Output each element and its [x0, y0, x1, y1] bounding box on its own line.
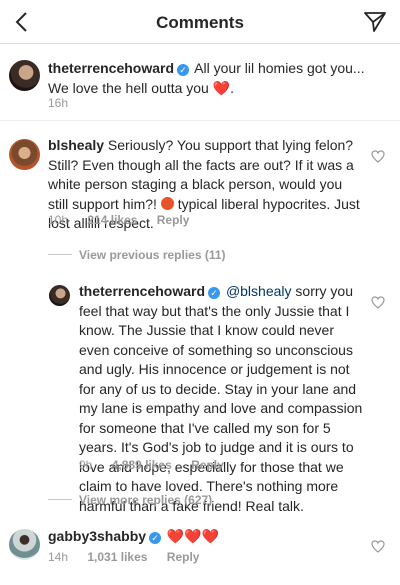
reply-button[interactable]: Reply — [157, 213, 190, 227]
reply-username[interactable]: theterrencehoward — [79, 283, 205, 299]
heart-emoji: ❤️❤️❤️ — [166, 528, 220, 544]
reply-button[interactable]: Reply — [167, 550, 200, 564]
divider — [48, 499, 72, 500]
caption-trailing: . — [230, 79, 235, 96]
comment-username[interactable]: gabby3shabby — [48, 528, 146, 544]
reply-button[interactable]: Reply — [191, 458, 224, 472]
comment-time: 10h — [48, 213, 69, 227]
heart-outline-icon[interactable] — [371, 540, 385, 553]
avatar[interactable] — [9, 139, 40, 170]
page-title: Comments — [156, 13, 244, 32]
view-more-replies[interactable]: View more replies (627) — [79, 493, 212, 507]
comments-header: Comments — [0, 0, 400, 44]
mention-link[interactable]: @blshealy — [226, 283, 292, 299]
reply-time: 9h — [79, 458, 93, 472]
reply-likes[interactable]: 4,889 likes — [112, 458, 172, 472]
caption-time: 16h — [48, 96, 69, 110]
comment-time: 14h — [48, 550, 69, 564]
reply-meta: 9h 4,889 likes Reply — [79, 458, 240, 472]
verified-badge-icon: ✓ — [208, 287, 221, 299]
divider — [48, 254, 72, 255]
comment-username[interactable]: blshealy — [48, 137, 104, 153]
avatar[interactable] — [9, 60, 40, 91]
comment-meta: 10h 214 likes Reply — [48, 213, 205, 227]
view-previous-replies[interactable]: View previous replies (11) — [79, 248, 226, 262]
comment-text: gabby3shabby ✓ ❤️❤️❤️ — [48, 527, 364, 547]
verified-badge-icon: ✓ — [149, 532, 162, 544]
verified-badge-icon: ✓ — [177, 64, 190, 76]
caption-text: theterrencehoward ✓ All your lil homies g… — [48, 59, 368, 98]
heart-emoji: ❤️ — [212, 79, 231, 96]
heart-outline-icon[interactable] — [371, 150, 385, 163]
post-caption: theterrencehoward ✓ All your lil homies g… — [0, 44, 400, 121]
avatar[interactable] — [9, 529, 40, 560]
comment-meta: 14h 1,031 likes Reply — [48, 550, 215, 564]
avatar[interactable] — [49, 285, 70, 306]
caption-username[interactable]: theterrencehoward — [48, 60, 174, 76]
direct-send-icon[interactable] — [363, 10, 387, 34]
comment-likes[interactable]: 1,031 likes — [87, 550, 147, 564]
heart-outline-icon[interactable] — [371, 296, 385, 309]
comment-likes[interactable]: 214 likes — [87, 213, 137, 227]
angry-face-emoji-icon — [160, 196, 174, 210]
caption-meta: 16h — [48, 96, 84, 110]
reply-text: theterrencehoward ✓ @blshealy sorry you f… — [79, 282, 365, 516]
reply-body: sorry you feel that way but that's the o… — [79, 283, 363, 514]
